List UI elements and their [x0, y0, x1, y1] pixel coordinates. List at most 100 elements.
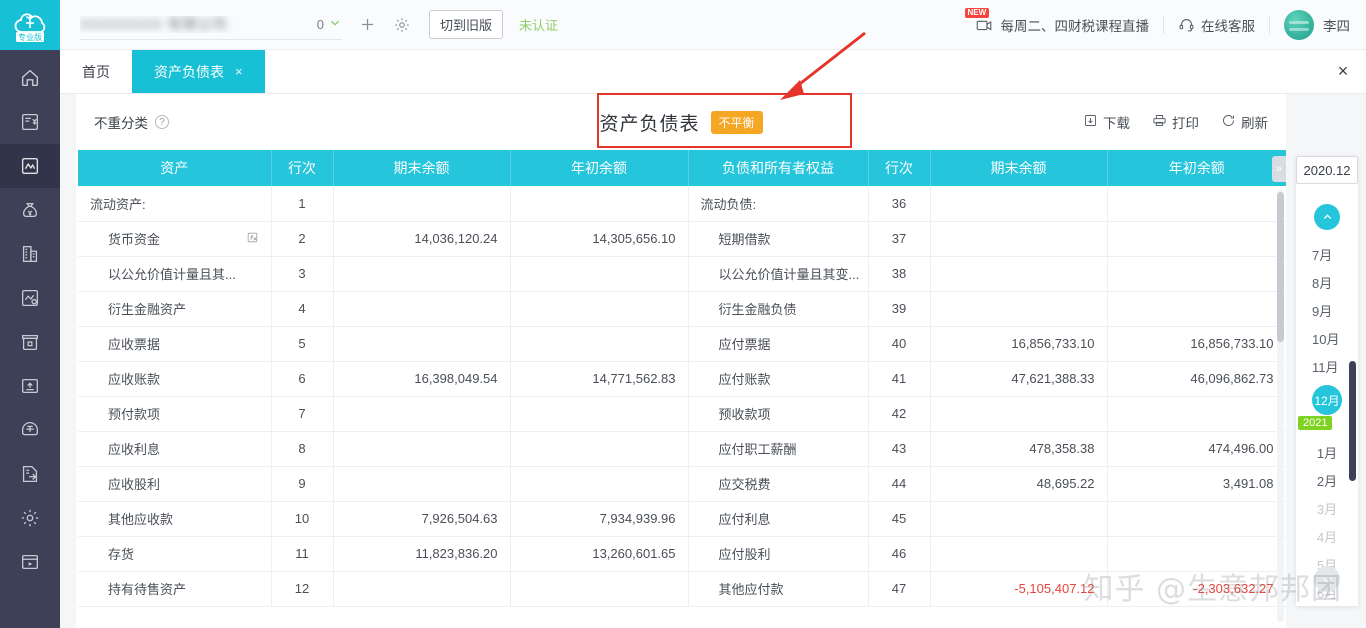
user-menu[interactable]: 李四 [1284, 9, 1350, 40]
table-scrollbar[interactable] [1277, 190, 1284, 622]
liability-name[interactable]: 短期借款 [688, 221, 869, 257]
asset-begin-balance[interactable]: 7,934,939.96 [510, 501, 689, 537]
asset-begin-balance[interactable]: 14,305,656.10 [510, 221, 689, 257]
liability-line-no[interactable]: 38 [868, 256, 931, 292]
asset-line-no[interactable]: 8 [271, 431, 334, 467]
asset-begin-balance[interactable] [510, 326, 689, 362]
period-scrollbar[interactable] [1349, 361, 1356, 481]
tab-home[interactable]: 首页 [60, 50, 132, 93]
asset-begin-balance[interactable] [510, 431, 689, 467]
sidebar-item-funds[interactable] [0, 188, 60, 232]
asset-begin-balance[interactable] [510, 466, 689, 502]
liability-begin-balance[interactable] [1107, 291, 1286, 327]
asset-begin-balance[interactable] [510, 291, 689, 327]
sidebar-item-analysis[interactable] [0, 276, 60, 320]
table-row[interactable]: 应收利息 8 应付职工薪酬 43 478,358.38 474,496.00 [78, 431, 1286, 467]
a_asset-name[interactable]: 持有待售资产 [78, 571, 272, 607]
liability-begin-balance[interactable] [1107, 396, 1286, 432]
collapse-panel-handle[interactable]: » [1272, 156, 1286, 182]
table-row[interactable]: 流动资产: 1 流动负债: 36 [78, 186, 1286, 222]
classify-label[interactable]: 不重分类 [94, 112, 148, 132]
switch-version-button[interactable]: 切到旧版 [429, 10, 504, 39]
gear-icon[interactable] [393, 16, 411, 34]
liability-end-balance[interactable] [930, 536, 1108, 572]
liability-begin-balance[interactable]: 16,856,733.10 [1107, 326, 1286, 362]
asset-line-no[interactable]: 3 [271, 256, 334, 292]
close-icon[interactable]: × [235, 64, 243, 79]
a_asset-name[interactable]: 应收账款 [78, 361, 272, 397]
month-option[interactable]: 7月 [1312, 245, 1342, 264]
sidebar-item-settings[interactable] [0, 496, 60, 540]
month-option[interactable]: 11月 [1312, 357, 1342, 376]
current-period-display[interactable]: 2020.12 [1296, 156, 1358, 184]
liability-end-balance[interactable] [930, 291, 1108, 327]
liability-name[interactable]: 应付利息 [688, 501, 869, 537]
add-button[interactable] [358, 15, 377, 34]
liability-begin-balance[interactable] [1107, 256, 1286, 292]
liability-name[interactable]: 其他应付款 [688, 571, 869, 607]
asset-end-balance[interactable]: 11,823,836.20 [333, 536, 511, 572]
liability-line-no[interactable]: 39 [868, 291, 931, 327]
asset-begin-balance[interactable] [510, 571, 689, 607]
a_asset-name[interactable]: 流动资产: [78, 186, 272, 222]
a_asset-name[interactable]: 以公允价值计量且其... [78, 256, 272, 292]
table-row[interactable]: 其他应收款 10 7,926,504.63 7,934,939.96 应付利息 45 [78, 501, 1286, 537]
asset-begin-balance[interactable]: 14,771,562.83 [510, 361, 689, 397]
liability-begin-balance[interactable] [1107, 536, 1286, 572]
liability-end-balance[interactable]: 47,621,388.33 [930, 361, 1108, 397]
asset-end-balance[interactable] [333, 326, 511, 362]
sidebar-item-export[interactable] [0, 452, 60, 496]
liability-line-no[interactable]: 43 [868, 431, 931, 467]
a_asset-name[interactable]: 货币资金 [78, 221, 272, 257]
app-logo[interactable]: 专业版 [0, 0, 60, 50]
table-row[interactable]: 存货 11 11,823,836.20 13,260,601.65 应付股利 46 [78, 536, 1286, 572]
sidebar-item-cashier[interactable] [0, 320, 60, 364]
sidebar-item-invoice[interactable] [0, 100, 60, 144]
asset-line-no[interactable]: 5 [271, 326, 334, 362]
refresh-button[interactable]: 刷新 [1221, 112, 1268, 132]
liability-line-no[interactable]: 42 [868, 396, 931, 432]
liability-end-balance[interactable] [930, 221, 1108, 257]
liability-end-balance[interactable] [930, 501, 1108, 537]
asset-end-balance[interactable] [333, 466, 511, 502]
asset-end-balance[interactable] [333, 291, 511, 327]
chevron-down-icon[interactable] [328, 16, 342, 32]
sidebar-item-tax[interactable] [0, 408, 60, 452]
asset-line-no[interactable]: 6 [271, 361, 334, 397]
company-selector[interactable]: XXXXXXXX 有限公司 0 [80, 10, 342, 40]
sidebar-item-reports[interactable] [0, 144, 60, 188]
online-support-link[interactable]: 在线客服 [1178, 15, 1255, 35]
month-option[interactable]: 3月 [1317, 499, 1337, 518]
live-course-link[interactable]: NEW 每周二、四财税课程直播 [964, 7, 1149, 35]
scrollbar-thumb[interactable] [1277, 192, 1284, 342]
liability-end-balance[interactable]: 478,358.38 [930, 431, 1108, 467]
close-all-icon[interactable]: × [1320, 50, 1366, 93]
a_asset-name[interactable]: 应收股利 [78, 466, 272, 502]
liability-name[interactable]: 衍生金融负债 [688, 291, 869, 327]
month-option[interactable]: 10月 [1312, 329, 1342, 348]
question-circle-icon[interactable]: ? [155, 115, 169, 129]
asset-line-no[interactable]: 12 [271, 571, 334, 607]
asset-end-balance[interactable] [333, 431, 511, 467]
asset-begin-balance[interactable] [510, 396, 689, 432]
formula-icon[interactable] [246, 231, 259, 247]
asset-end-balance[interactable]: 16,398,049.54 [333, 361, 511, 397]
asset-begin-balance[interactable] [510, 256, 689, 292]
liability-name[interactable]: 应付股利 [688, 536, 869, 572]
asset-line-no[interactable]: 2 [271, 221, 334, 257]
asset-line-no[interactable]: 4 [271, 291, 334, 327]
table-row[interactable]: 持有待售资产 12 其他应付款 47 -5,105,407.12 -2,303,632.2… [78, 571, 1286, 607]
table-row[interactable]: 以公允价值计量且其... 3 以公允价值计量且其变... 38 [78, 256, 1286, 292]
table-row[interactable]: 衍生金融资产 4 衍生金融负债 39 [78, 291, 1286, 327]
scroll-down-button[interactable] [1314, 566, 1340, 592]
asset-begin-balance[interactable] [510, 186, 689, 222]
table-row[interactable]: 应收账款 6 16,398,049.54 14,771,562.83 应付账款 41 47,… [78, 361, 1286, 397]
month-option[interactable]: 9月 [1312, 301, 1342, 320]
liability-end-balance[interactable] [930, 186, 1108, 222]
liability-end-balance[interactable]: 48,695.22 [930, 466, 1108, 502]
liability-begin-balance[interactable] [1107, 221, 1286, 257]
liability-line-no[interactable]: 46 [868, 536, 931, 572]
liability-name[interactable]: 预收款项 [688, 396, 869, 432]
liability-begin-balance[interactable]: 46,096,862.73 [1107, 361, 1286, 397]
sidebar-item-archive[interactable] [0, 364, 60, 408]
